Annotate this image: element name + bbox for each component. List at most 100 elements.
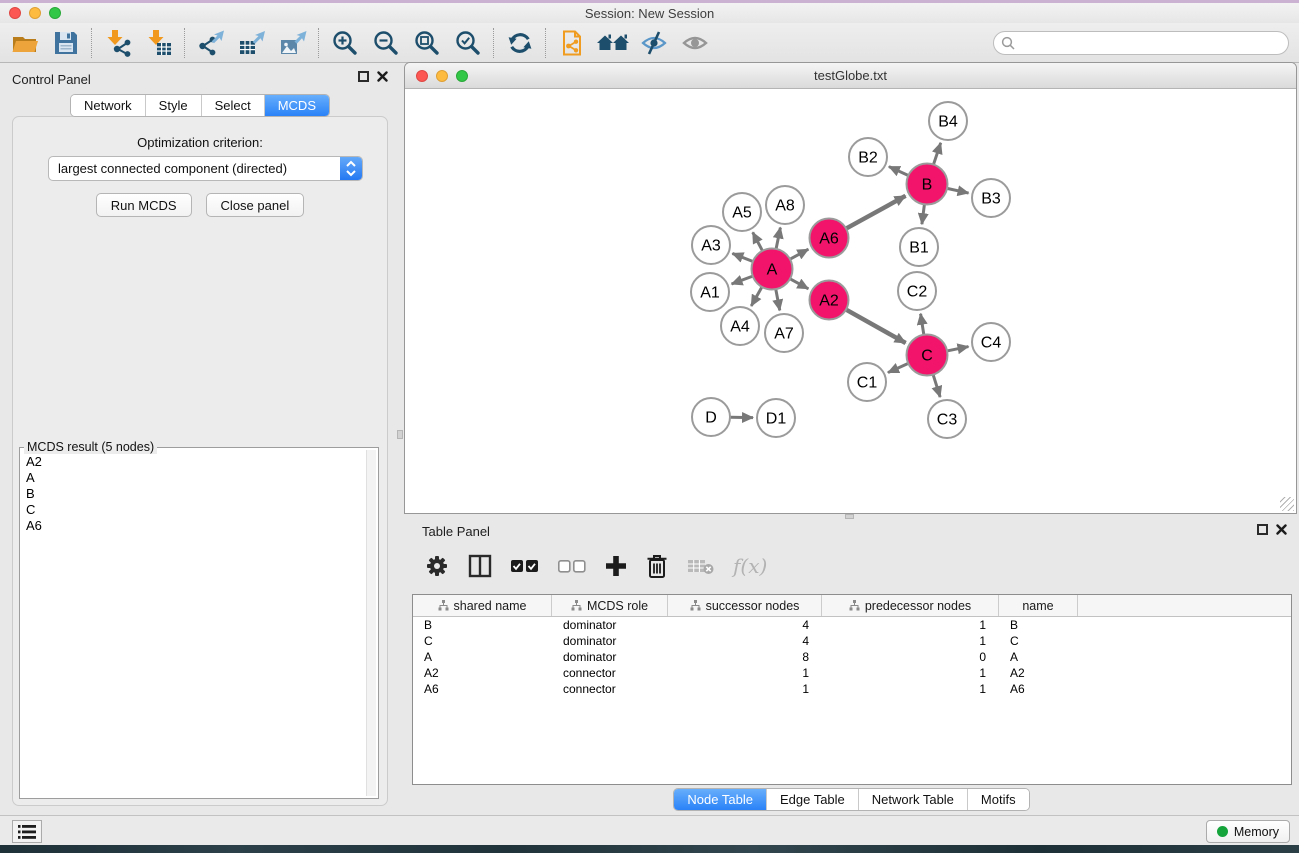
table-cell[interactable]: B — [413, 617, 552, 633]
graph-edge-B-B4[interactable] — [933, 143, 940, 165]
graph-node-B4[interactable]: B4 — [929, 102, 967, 140]
table-row[interactable]: A6connector11A6 — [413, 681, 1291, 697]
graph-node-B1[interactable]: B1 — [900, 228, 938, 266]
column-header-name[interactable]: name — [999, 595, 1078, 616]
tab-style[interactable]: Style — [145, 95, 201, 116]
table-cell[interactable]: connector — [552, 681, 668, 697]
memory-button[interactable]: Memory — [1206, 820, 1290, 843]
graph-node-C4[interactable]: C4 — [972, 323, 1010, 361]
tab-motifs[interactable]: Motifs — [967, 789, 1029, 810]
column-header-predecessor-nodes[interactable]: predecessor nodes — [822, 595, 999, 616]
graph-edge-A-A6[interactable] — [790, 249, 808, 259]
graph-edge-A-A7[interactable] — [776, 289, 780, 310]
column-header-MCDS-role[interactable]: MCDS role — [552, 595, 668, 616]
graph-edge-A-A5[interactable] — [753, 232, 763, 251]
table-cell[interactable]: A — [413, 649, 552, 665]
table-row[interactable]: Adominator80A — [413, 649, 1291, 665]
run-mcds-button[interactable]: Run MCDS — [96, 193, 192, 217]
graph-node-B3[interactable]: B3 — [972, 179, 1010, 217]
column-header-successor-nodes[interactable]: successor nodes — [668, 595, 822, 616]
table-cell[interactable]: 1 — [822, 681, 999, 697]
criterion-dropdown[interactable]: largest connected component (directed) — [48, 156, 363, 181]
delete-columns-button[interactable] — [645, 553, 669, 579]
graph-edge-A2-C[interactable] — [846, 310, 906, 343]
table-cell[interactable]: A6 — [999, 681, 1078, 697]
save-session-button[interactable] — [45, 26, 86, 60]
window-resize-grip[interactable] — [1280, 497, 1294, 511]
graph-node-B[interactable]: B — [907, 164, 948, 205]
graph-node-A5[interactable]: A5 — [723, 193, 761, 231]
close-panel-icon[interactable] — [377, 71, 388, 82]
table-cell[interactable]: dominator — [552, 617, 668, 633]
table-cell[interactable]: A2 — [999, 665, 1078, 681]
table-cell[interactable]: 0 — [822, 649, 999, 665]
zoom-window-button[interactable] — [49, 7, 61, 19]
table-cell[interactable]: 1 — [668, 665, 822, 681]
tab-edge-table[interactable]: Edge Table — [766, 789, 858, 810]
vertical-splitter-handle[interactable] — [397, 430, 403, 439]
table-cell[interactable]: 4 — [668, 617, 822, 633]
graph-edge-C-C2[interactable] — [921, 314, 924, 335]
table-cell[interactable]: A2 — [413, 665, 552, 681]
graph-node-A[interactable]: A — [752, 249, 793, 290]
deselect-all-button[interactable] — [557, 557, 587, 575]
result-scrollbar[interactable] — [366, 450, 376, 796]
select-all-button[interactable] — [510, 557, 540, 575]
tab-select[interactable]: Select — [201, 95, 264, 116]
table-cell[interactable]: 4 — [668, 633, 822, 649]
import-network-button[interactable] — [97, 26, 138, 60]
network-graph[interactable]: ABCA2A6A1A3A4A5A7A8B1B2B3B4C1C2C3C4DD1 — [405, 89, 1296, 513]
result-item[interactable]: A6 — [22, 518, 365, 534]
graph-node-D[interactable]: D — [692, 398, 730, 436]
result-item[interactable]: A2 — [22, 454, 365, 470]
graph-edge-A-A2[interactable] — [790, 279, 808, 289]
network-window-titlebar[interactable]: testGlobe.txt — [405, 63, 1296, 89]
task-history-button[interactable] — [12, 820, 42, 843]
column-header-shared-name[interactable]: shared name — [413, 595, 552, 616]
export-image-button[interactable] — [272, 26, 313, 60]
graph-edge-B-B2[interactable] — [889, 167, 908, 176]
graph-node-B2[interactable]: B2 — [849, 138, 887, 176]
graph-edge-A6-B[interactable] — [846, 196, 905, 229]
graph-node-C2[interactable]: C2 — [898, 272, 936, 310]
close-panel-button[interactable]: Close panel — [206, 193, 305, 217]
hide-graphics-details-button[interactable] — [633, 26, 674, 60]
table-row[interactable]: Bdominator41B — [413, 617, 1291, 633]
graph-edge-B-B3[interactable] — [947, 188, 969, 193]
result-item[interactable]: A — [22, 470, 365, 486]
export-network-button[interactable] — [190, 26, 231, 60]
open-file-button[interactable] — [4, 26, 45, 60]
tab-mcds[interactable]: MCDS — [264, 95, 329, 116]
import-table-button[interactable] — [138, 26, 179, 60]
graph-edge-A-A8[interactable] — [776, 228, 780, 249]
float-table-panel-icon[interactable] — [1257, 524, 1268, 535]
table-settings-button[interactable] — [424, 553, 450, 579]
tab-node-table[interactable]: Node Table — [674, 789, 766, 810]
graph-edge-C-C1[interactable] — [888, 363, 908, 372]
zoom-out-button[interactable] — [365, 26, 406, 60]
zoom-selected-button[interactable] — [447, 26, 488, 60]
add-column-button[interactable] — [604, 554, 628, 578]
graph-node-D1[interactable]: D1 — [757, 399, 795, 437]
show-graphics-details-button[interactable] — [674, 26, 715, 60]
network-from-selection-button[interactable] — [551, 26, 592, 60]
graph-edge-A-A1[interactable] — [732, 276, 753, 284]
table-cell[interactable]: connector — [552, 665, 668, 681]
tab-network-table[interactable]: Network Table — [858, 789, 967, 810]
float-panel-icon[interactable] — [358, 71, 369, 82]
minimize-window-button[interactable] — [29, 7, 41, 19]
table-cell[interactable]: dominator — [552, 633, 668, 649]
table-cell[interactable]: B — [999, 617, 1078, 633]
refresh-view-button[interactable] — [499, 26, 540, 60]
table-row[interactable]: A2connector11A2 — [413, 665, 1291, 681]
graph-node-C1[interactable]: C1 — [848, 363, 886, 401]
network-minimize-button[interactable] — [436, 70, 448, 82]
table-cell[interactable]: 1 — [822, 617, 999, 633]
tab-network[interactable]: Network — [71, 95, 145, 116]
table-cell[interactable]: 1 — [822, 633, 999, 649]
network-zoom-button[interactable] — [456, 70, 468, 82]
show-columns-button[interactable] — [467, 553, 493, 579]
table-cell[interactable]: A6 — [413, 681, 552, 697]
close-window-button[interactable] — [9, 7, 21, 19]
graph-node-C3[interactable]: C3 — [928, 400, 966, 438]
